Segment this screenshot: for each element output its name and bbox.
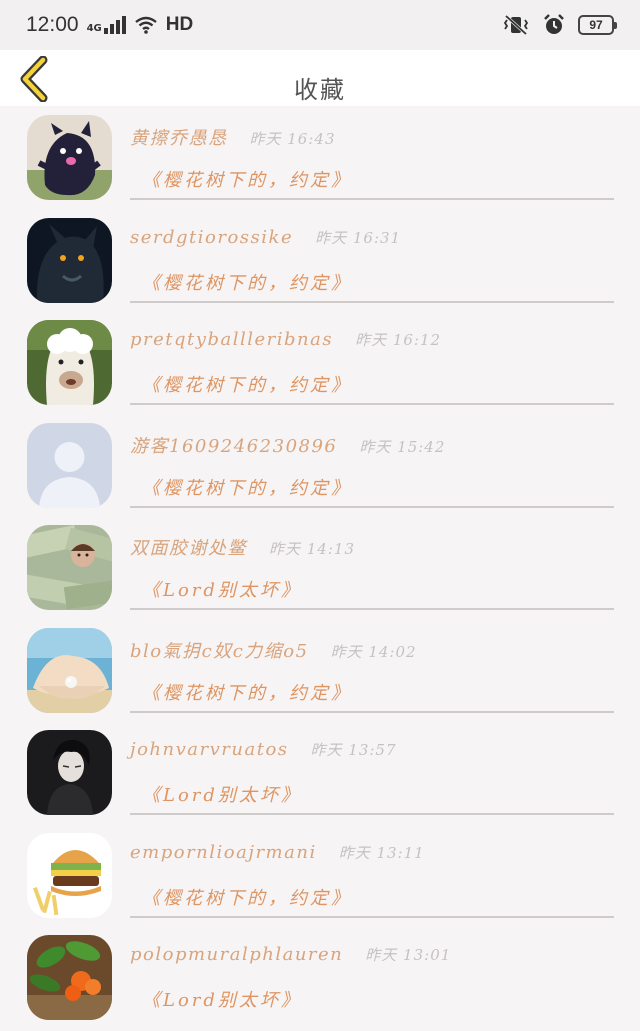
item-time: 昨天 16:12 — [355, 331, 442, 349]
avatar — [27, 115, 112, 200]
page-title: 收藏 — [294, 76, 346, 104]
list-item[interactable]: 游客1609246230896 昨天 15:42 《樱花树下的，约定》 — [0, 416, 640, 519]
wifi-icon — [134, 16, 157, 34]
item-header: serdgtiorossike 昨天 16:31 — [130, 227, 401, 248]
divider — [130, 915, 614, 918]
item-time: 昨天 16:31 — [315, 228, 402, 247]
item-time: 昨天 13:01 — [365, 946, 452, 964]
item-title: 《樱花树下的，约定》 — [142, 272, 352, 294]
network-type: 4G — [86, 23, 102, 34]
item-title: 《樱花树下的，约定》 — [142, 170, 352, 191]
item-time: 昨天 13:57 — [310, 741, 397, 759]
item-header: polopmuralphlauren 昨天 13:01 — [130, 944, 451, 965]
avatar — [27, 217, 112, 303]
item-header: 游客1609246230896 昨天 15:42 — [130, 432, 445, 458]
item-title: 《Lord别太坏》 — [142, 990, 302, 1011]
divider — [130, 710, 614, 713]
item-time: 昨天 15:42 — [359, 437, 446, 456]
avatar — [27, 422, 112, 508]
avatar — [27, 525, 112, 610]
item-header: empornlioajrmani 昨天 13:11 — [130, 842, 425, 863]
avatar — [27, 730, 112, 815]
item-title: 《Lord别太坏》 — [142, 785, 302, 806]
item-time: 昨天 13:11 — [338, 843, 425, 862]
item-title: 《樱花树下的，约定》 — [142, 477, 352, 499]
user-name: 双面胶谢处鳖 — [130, 538, 247, 559]
user-name: polopmuralphlauren — [130, 944, 344, 965]
top-bar: 收藏 — [0, 50, 640, 106]
item-header: johnvarvruatos 昨天 13:57 — [130, 739, 397, 760]
list-item[interactable]: 黄擦乔愚恳 昨天 16:43 《樱花树下的，约定》 — [0, 108, 640, 211]
item-header: pretqtyballleribnas 昨天 16:12 — [130, 329, 441, 350]
user-name: johnvarvruatos — [130, 739, 289, 760]
divider — [130, 300, 614, 303]
list-item[interactable]: empornlioajrmani 昨天 13:11 《樱花树下的，约定》 — [0, 826, 640, 929]
item-header: blo氣抈c奴c力缩o5 昨天 14:02 — [130, 637, 417, 663]
divider — [130, 403, 614, 405]
item-time: 昨天 16:43 — [249, 130, 336, 148]
network-indicator: 4G — [87, 16, 126, 34]
item-header: 黄擦乔愚恳 昨天 16:43 — [130, 124, 336, 150]
battery-icon: 97 — [578, 15, 617, 35]
user-name: blo氣抈c奴c力缩o5 — [130, 640, 309, 662]
item-title: 《Lord别太坏》 — [142, 580, 302, 601]
list-item[interactable]: serdgtiorossike 昨天 16:31 《樱花树下的，约定》 — [0, 211, 640, 314]
divider — [130, 608, 614, 610]
item-title: 《樱花树下的，约定》 — [142, 682, 352, 704]
avatar — [27, 627, 112, 713]
user-name: serdgtiorossike — [130, 226, 294, 248]
user-name: pretqtyballleribnas — [130, 329, 334, 350]
item-title: 《樱花树下的，约定》 — [142, 375, 352, 396]
avatar — [27, 935, 112, 1020]
favorites-list: 黄擦乔愚恳 昨天 16:43 《樱花树下的，约定》 serdgtiorossik… — [0, 108, 640, 1031]
list-item[interactable]: pretqtyballleribnas 昨天 16:12 《樱花树下的，约定》 — [0, 313, 640, 416]
list-item[interactable]: blo氣抈c奴c力缩o5 昨天 14:02 《樱花树下的，约定》 — [0, 621, 640, 724]
alarm-icon — [544, 14, 564, 34]
avatar — [27, 320, 112, 405]
item-time: 昨天 14:13 — [269, 540, 355, 558]
status-time: 12:00 — [26, 13, 79, 36]
divider — [130, 505, 614, 508]
item-time: 昨天 14:02 — [330, 642, 417, 661]
hd-indicator: HD — [165, 14, 194, 35]
vibrate-icon — [503, 14, 529, 36]
user-name: empornlioajrmani — [130, 841, 317, 863]
item-header: 双面胶谢处鳖 昨天 14:13 — [130, 534, 355, 560]
divider — [130, 813, 614, 815]
user-name: 游客1609246230896 — [130, 435, 338, 457]
status-left: 12:00 4G HD — [26, 13, 193, 37]
status-bar: 12:00 4G HD 97 — [0, 0, 640, 50]
list-item[interactable]: 双面胶谢处鳖 昨天 14:13 《Lord别太坏》 — [0, 518, 640, 621]
avatar — [27, 832, 112, 918]
divider — [130, 198, 614, 200]
signal-icon — [103, 16, 126, 34]
status-right: 97 — [502, 13, 617, 37]
list-item[interactable]: johnvarvruatos 昨天 13:57 《Lord别太坏》 — [0, 723, 640, 826]
list-item[interactable]: polopmuralphlauren 昨天 13:01 《Lord别太坏》 — [0, 928, 640, 1031]
item-title: 《樱花树下的，约定》 — [142, 887, 352, 909]
user-name: 黄擦乔愚恳 — [130, 128, 228, 149]
